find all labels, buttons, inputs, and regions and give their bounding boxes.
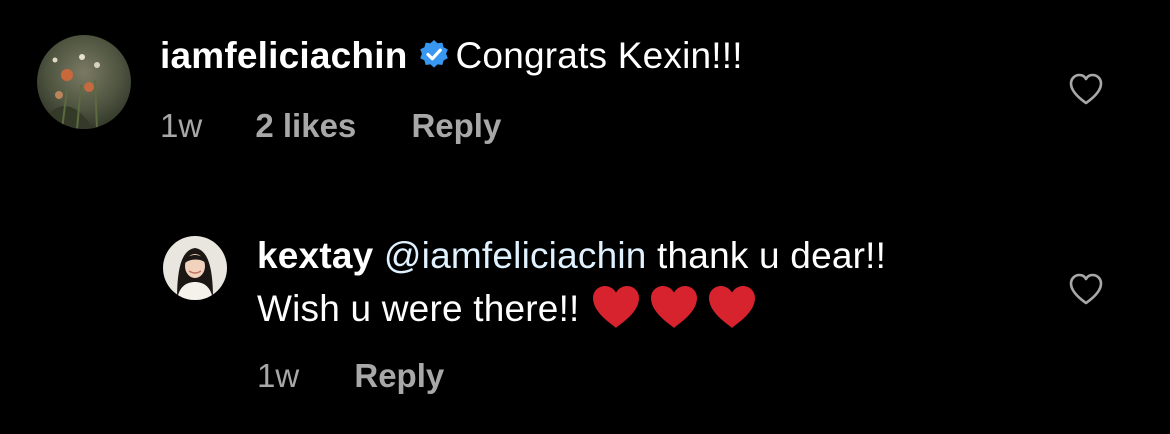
- reply-meta: 1w Reply: [257, 356, 444, 396]
- reply-text: Wish u were there!!: [257, 288, 580, 329]
- verified-badge-icon: [418, 37, 450, 81]
- reply-text: thank u dear!!: [657, 235, 887, 276]
- likes-count[interactable]: 2 likes: [255, 107, 356, 144]
- comment-text-line: iamfeliciachin Congrats Kexin!!!: [160, 34, 743, 81]
- username[interactable]: kextay: [257, 235, 373, 276]
- timestamp: 1w: [257, 357, 300, 394]
- red-heart-icon: [592, 286, 639, 328]
- reply-text-line-1: kextay @iamfeliciachin thank u dear!!: [257, 234, 886, 278]
- timestamp: 1w: [160, 107, 203, 144]
- reply-text-line-2: Wish u were there!!: [257, 283, 764, 341]
- red-heart-icon: [650, 286, 697, 328]
- comment-meta: 1w 2 likes Reply: [160, 106, 501, 146]
- red-heart-icon: [708, 286, 755, 328]
- avatar-kextay[interactable]: [163, 236, 227, 300]
- username[interactable]: iamfeliciachin: [160, 35, 408, 76]
- mention-link[interactable]: @iamfeliciachin: [384, 235, 647, 276]
- comment-text: Congrats Kexin!!!: [455, 35, 743, 76]
- reply-button[interactable]: Reply: [354, 357, 444, 394]
- avatar-image: [163, 236, 227, 300]
- avatar-image: [37, 35, 131, 129]
- heart-outline-icon[interactable]: [1068, 272, 1104, 311]
- reply-button[interactable]: Reply: [411, 107, 501, 144]
- avatar-iamfeliciachin[interactable]: [37, 35, 131, 129]
- heart-emoji-group: [590, 283, 764, 341]
- heart-outline-icon[interactable]: [1068, 72, 1104, 111]
